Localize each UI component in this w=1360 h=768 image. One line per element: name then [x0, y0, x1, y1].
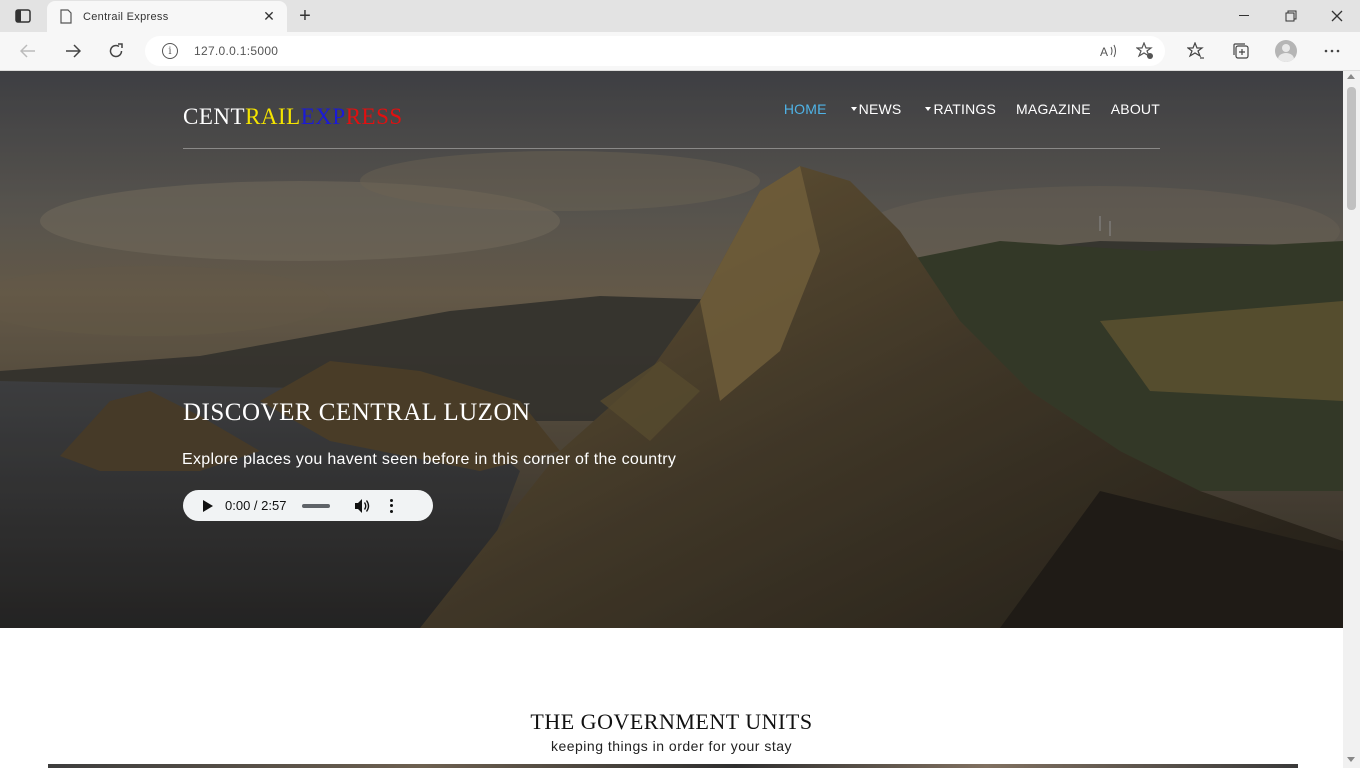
- page-viewport: CENTRAILEXPRESS HOME NEWS RATINGS MAGAZI…: [0, 71, 1343, 768]
- section-image-strip: [48, 764, 1298, 768]
- volume-icon[interactable]: [354, 498, 370, 514]
- more-menu-icon[interactable]: [1319, 39, 1345, 63]
- close-window-icon[interactable]: [1322, 4, 1352, 28]
- close-tab-icon[interactable]: ✕: [259, 7, 279, 27]
- logo-part-2: RAIL: [245, 104, 301, 129]
- play-icon[interactable]: [203, 499, 213, 512]
- caret-down-icon: [925, 107, 932, 111]
- back-icon[interactable]: [15, 39, 41, 63]
- logo-part-4: RESS: [345, 104, 403, 129]
- browser-tab[interactable]: Centrail Express ✕: [47, 1, 287, 32]
- nav-menu: HOME NEWS RATINGS MAGAZINE ABOUT: [764, 101, 1160, 117]
- url-text[interactable]: 127.0.0.1:5000: [194, 44, 278, 58]
- browser-tab-bar: Centrail Express ✕ +: [0, 0, 1360, 32]
- minimize-icon[interactable]: [1230, 4, 1260, 28]
- logo-part-1: CENT: [183, 104, 246, 129]
- favorites-icon[interactable]: [1183, 39, 1209, 63]
- section-title: THE GOVERNMENT UNITS: [530, 709, 813, 734]
- refresh-icon[interactable]: [103, 39, 129, 63]
- hero-banner: CENTRAILEXPRESS HOME NEWS RATINGS MAGAZI…: [0, 71, 1343, 628]
- audio-time: 0:00 / 2:57: [225, 498, 287, 513]
- audio-options-icon[interactable]: [386, 498, 396, 514]
- scroll-down-icon[interactable]: [1347, 757, 1355, 762]
- nav-item-magazine[interactable]: MAGAZINE: [1016, 101, 1091, 117]
- site-navbar: CENTRAILEXPRESS HOME NEWS RATINGS MAGAZI…: [183, 71, 1160, 149]
- caret-down-icon: [850, 107, 857, 111]
- favorite-add-icon[interactable]: [1134, 41, 1156, 61]
- hero-overlay: [0, 71, 1343, 628]
- tab-title: Centrail Express: [83, 10, 169, 23]
- new-tab-button[interactable]: +: [294, 5, 316, 27]
- svg-text:A: A: [1100, 45, 1108, 58]
- audio-player: 0:00 / 2:57: [183, 490, 433, 521]
- restore-icon[interactable]: [1276, 4, 1306, 28]
- page-scrollbar[interactable]: [1343, 71, 1360, 768]
- read-aloud-icon[interactable]: A: [1098, 41, 1120, 61]
- profile-avatar[interactable]: [1275, 40, 1297, 62]
- tab-actions-icon[interactable]: [12, 7, 34, 25]
- hero-subtitle: Explore places you havent seen before in…: [182, 451, 677, 468]
- site-logo[interactable]: CENTRAILEXPRESS: [183, 104, 403, 130]
- site-info-icon[interactable]: i: [162, 43, 178, 59]
- hero-title: DISCOVER CENTRAL LUZON: [183, 399, 531, 426]
- scroll-thumb[interactable]: [1347, 87, 1356, 210]
- collections-icon[interactable]: [1228, 39, 1254, 63]
- page-icon: [59, 9, 73, 25]
- section-subtitle: keeping things in order for your stay: [550, 738, 793, 754]
- forward-icon[interactable]: [60, 39, 86, 63]
- logo-part-3: EXP: [300, 104, 346, 129]
- nav-item-ratings[interactable]: RATINGS: [925, 101, 996, 117]
- browser-toolbar: i 127.0.0.1:5000 A: [0, 32, 1360, 71]
- audio-progress-bar[interactable]: [302, 503, 331, 508]
- address-bar[interactable]: i 127.0.0.1:5000: [145, 36, 1165, 66]
- nav-item-home[interactable]: HOME: [784, 101, 827, 117]
- nav-item-news[interactable]: NEWS: [850, 101, 902, 117]
- scroll-up-icon[interactable]: [1347, 74, 1355, 79]
- nav-item-about[interactable]: ABOUT: [1111, 101, 1160, 117]
